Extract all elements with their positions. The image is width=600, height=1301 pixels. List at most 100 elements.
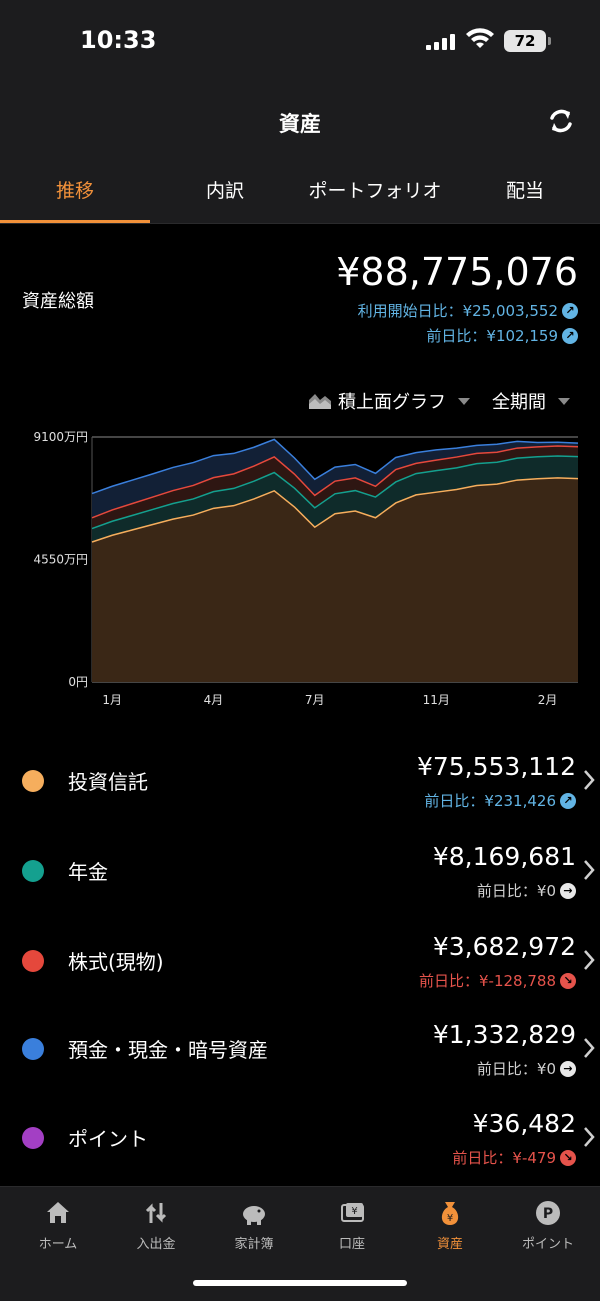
page-title: 資産	[279, 112, 321, 136]
asset-day-change: 前日比：¥0 →	[477, 880, 576, 901]
asset-amount: ¥8,169,681	[432, 842, 576, 871]
x-tick-label: 1月	[102, 693, 122, 707]
asset-amount: ¥75,553,112	[416, 752, 576, 781]
asset-day-change-text: 前日比：¥231,426	[424, 792, 556, 810]
total-assets-amount: ¥88,775,076	[336, 250, 578, 294]
asset-day-change-text: 前日比：¥-128,788	[419, 972, 556, 990]
asset-name: 投資信託	[68, 770, 148, 794]
tab-dividend[interactable]: 配当	[450, 160, 600, 223]
since-start-change: 利用開始日比：¥25,003,552 ↗	[358, 300, 578, 321]
arrow-down-icon: ↘	[560, 972, 576, 989]
asset-name: 年金	[68, 860, 108, 884]
nav-item-label: ポイント	[521, 1237, 574, 1252]
point-icon: P	[536, 1201, 560, 1225]
arrow-up-icon: ↗	[560, 792, 576, 809]
chevron-down-icon	[458, 397, 470, 405]
asset-name: 預金・現金・暗号資産	[68, 1038, 268, 1062]
x-tick-label: 2月	[538, 693, 558, 707]
x-tick-label: 7月	[305, 693, 325, 707]
category-color-dot	[22, 1127, 44, 1149]
asset-day-change: 前日比：¥0 →	[477, 1058, 576, 1079]
svg-text:P: P	[543, 1206, 553, 1222]
asset-amount: ¥3,682,972	[432, 932, 576, 961]
nav-item[interactable]: P ポイント	[498, 1199, 598, 1252]
nav-item[interactable]: ¥ 口座	[302, 1199, 402, 1252]
category-color-dot	[22, 860, 44, 882]
chevron-right-icon	[584, 860, 595, 880]
nav-item[interactable]: ¥ 資産	[400, 1199, 500, 1252]
transfer-icon	[145, 1203, 167, 1223]
asset-day-change-text: 前日比：¥0	[476, 882, 556, 900]
arrow-up-icon: ↗	[562, 327, 578, 344]
nav-item-label: 入出金	[136, 1237, 176, 1252]
account-icon: ¥	[341, 1203, 364, 1222]
arrow-right-icon: →	[560, 882, 576, 899]
asset-row[interactable]: 預金・現金・暗号資産 ¥1,332,829 前日比：¥0 →	[0, 1006, 600, 1094]
day-change-text: 前日比：¥102,159	[426, 327, 558, 345]
asset-row[interactable]: 株式(現物) ¥3,682,972 前日比：¥-128,788 ↘	[0, 918, 600, 1006]
since-start-text: 利用開始日比：¥25,003,552	[357, 302, 558, 320]
money-bag-icon: ¥	[441, 1202, 459, 1225]
arrow-right-icon: →	[560, 1060, 576, 1077]
refresh-icon[interactable]	[546, 106, 576, 136]
asset-row[interactable]: 年金 ¥8,169,681 前日比：¥0 →	[0, 828, 600, 916]
chevron-right-icon	[584, 770, 595, 790]
y-tick-label: 4550万円	[33, 553, 88, 567]
chart-controls: 積上面グラフ 全期間	[308, 388, 570, 414]
arrow-up-icon: ↗	[562, 302, 578, 319]
svg-text:¥: ¥	[447, 1213, 453, 1224]
nav-item-label: 家計簿	[234, 1237, 274, 1252]
total-assets-label: 資産総額	[22, 291, 94, 312]
graph-type-select[interactable]: 積上面グラフ	[308, 388, 470, 414]
header: 資産	[0, 82, 600, 160]
asset-day-change: 前日比：¥-128,788 ↘	[419, 970, 576, 991]
tab-trend[interactable]: 推移	[0, 160, 150, 223]
category-color-dot	[22, 950, 44, 972]
svg-text:¥: ¥	[351, 1206, 357, 1217]
chevron-right-icon	[584, 1127, 595, 1147]
tab-portfolio[interactable]: ポートフォリオ	[300, 160, 450, 223]
home-indicator	[193, 1280, 407, 1286]
asset-row[interactable]: ポイント ¥36,482 前日比：¥-479 ↘	[0, 1095, 600, 1183]
x-tick-label: 11月	[423, 693, 450, 707]
chevron-down-icon	[558, 397, 570, 405]
asset-trend-chart[interactable]: 9100万円 4550万円 0円 1月 4月 7月 11月 2月	[0, 420, 600, 720]
y-tick-label: 9100万円	[33, 430, 88, 444]
y-tick-label: 0円	[68, 675, 88, 689]
chevron-right-icon	[584, 1038, 595, 1058]
tab-breakdown[interactable]: 内訳	[150, 160, 300, 223]
nav-item-label: 資産	[436, 1237, 463, 1252]
arrow-down-icon: ↘	[560, 1149, 576, 1166]
wifi-icon	[466, 28, 494, 48]
nav-item-label: ホーム	[38, 1237, 78, 1252]
battery-indicator: 72	[504, 30, 551, 52]
asset-day-change: 前日比：¥231,426 ↗	[424, 790, 576, 811]
asset-day-change-text: 前日比：¥0	[476, 1060, 556, 1078]
period-select[interactable]: 全期間	[492, 388, 570, 414]
day-change: 前日比：¥102,159 ↗	[426, 325, 578, 346]
asset-day-change: 前日比：¥-479 ↘	[452, 1147, 576, 1168]
home-icon	[47, 1202, 69, 1223]
signal-icon	[426, 34, 455, 50]
graph-type-label: 積上面グラフ	[338, 392, 446, 413]
nav-item[interactable]: 家計簿	[204, 1199, 304, 1252]
chevron-right-icon	[584, 950, 595, 970]
asset-row[interactable]: 投資信託 ¥75,553,112 前日比：¥231,426 ↗	[0, 738, 600, 826]
asset-amount: ¥1,332,829	[432, 1020, 576, 1049]
category-color-dot	[22, 770, 44, 792]
nav-item[interactable]: 入出金	[106, 1199, 206, 1252]
status-time: 10:33	[80, 26, 157, 54]
asset-name: ポイント	[68, 1127, 148, 1151]
category-color-dot	[22, 1038, 44, 1060]
asset-amount: ¥36,482	[472, 1109, 576, 1138]
asset-name: 株式(現物)	[68, 950, 164, 974]
status-bar: 10:33 72	[0, 0, 600, 82]
x-tick-label: 4月	[204, 693, 224, 707]
area-chart-icon	[309, 394, 331, 409]
asset-day-change-text: 前日比：¥-479	[452, 1149, 556, 1167]
tab-bar: 推移 内訳 ポートフォリオ 配当	[0, 160, 600, 224]
nav-item[interactable]: ホーム	[8, 1199, 108, 1252]
period-label: 全期間	[492, 392, 546, 413]
piggy-bank-icon	[243, 1206, 265, 1225]
nav-item-label: 口座	[338, 1237, 365, 1252]
